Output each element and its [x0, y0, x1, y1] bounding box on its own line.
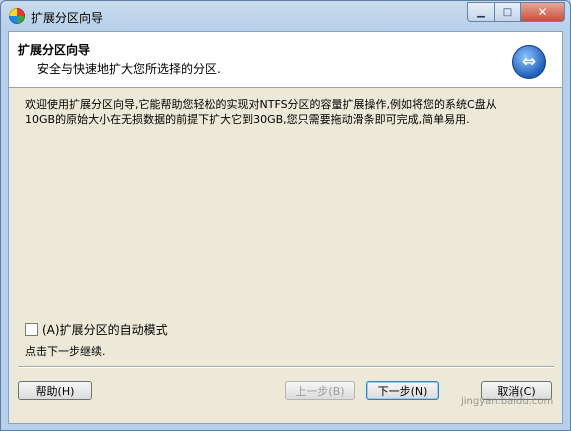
auto-mode-checkbox[interactable]	[25, 323, 38, 336]
title-bar[interactable]: 扩展分区向导 ▁ □ ✕	[1, 1, 570, 31]
next-button[interactable]: 下一步(N)	[366, 381, 439, 400]
auto-mode-option[interactable]: (A)扩展分区的自动模式	[25, 321, 168, 338]
wizard-header: 扩展分区向导 安全与快速地扩大您所选择的分区. ⇔	[9, 32, 562, 88]
wizard-description: 欢迎使用扩展分区向导,它能帮助您轻松的实现对NTFS分区的容量扩展操作,例如将您…	[25, 98, 497, 126]
auto-mode-label[interactable]: (A)扩展分区的自动模式	[42, 321, 168, 338]
expand-arrows-icon: ⇔	[512, 45, 546, 79]
wizard-client-area: 扩展分区向导 安全与快速地扩大您所选择的分区. ⇔ 欢迎使用扩展分区向导,它能帮…	[8, 31, 563, 424]
help-button[interactable]: 帮助(H)	[18, 381, 92, 400]
app-logo-icon	[9, 8, 25, 24]
window-title: 扩展分区向导	[31, 11, 104, 25]
caption-buttons: ▁ □ ✕	[467, 2, 565, 22]
header-subtitle: 安全与快速地扩大您所选择的分区.	[37, 62, 221, 76]
footer-divider	[18, 366, 554, 368]
continue-hint: 点击下一步继续.	[25, 345, 106, 358]
watermark: jingyan.baidu.com	[461, 396, 554, 407]
header-title: 扩展分区向导	[18, 43, 91, 57]
back-button[interactable]: 上一步(B)	[285, 381, 355, 400]
maximize-button[interactable]: □	[495, 2, 521, 22]
close-button[interactable]: ✕	[521, 2, 565, 22]
minimize-button[interactable]: ▁	[467, 2, 495, 22]
wizard-window: 扩展分区向导 ▁ □ ✕ 扩展分区向导 安全与快速地扩大您所选择的分区. ⇔ 欢…	[0, 0, 571, 431]
